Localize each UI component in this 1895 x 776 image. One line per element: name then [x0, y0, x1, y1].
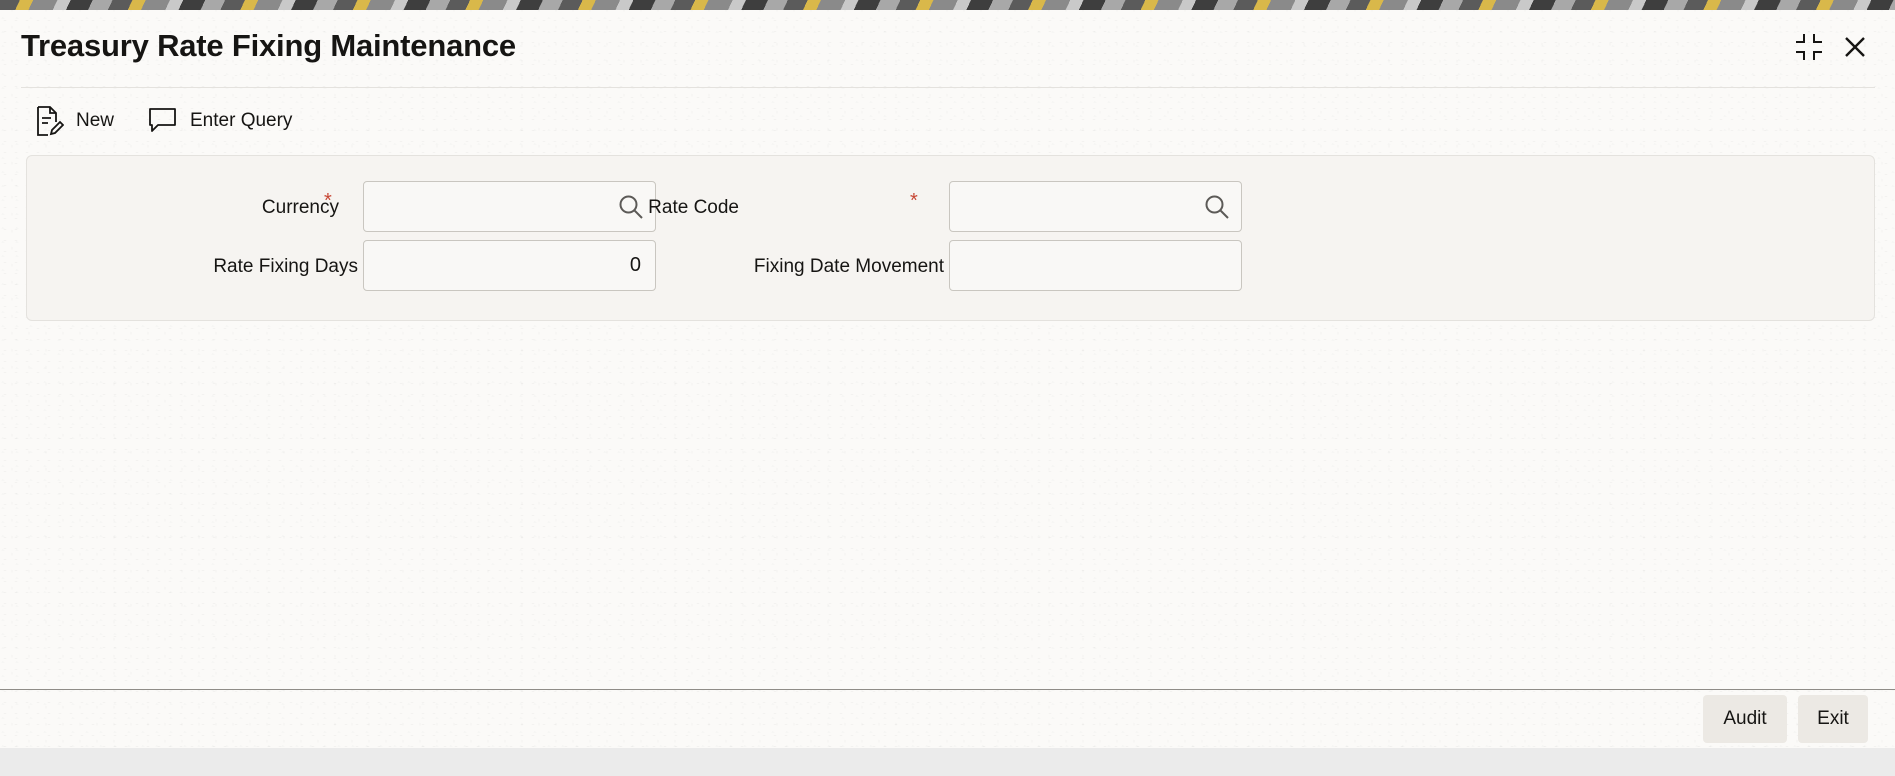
- rate-code-label: Rate Code: [648, 197, 739, 218]
- rate-fixing-days-field: [363, 240, 656, 291]
- header-pattern-stripe: [0, 0, 1895, 10]
- exit-button[interactable]: Exit: [1798, 695, 1868, 743]
- currency-field: [363, 181, 656, 232]
- bottom-status-bar: [0, 748, 1895, 776]
- close-icon: [1845, 37, 1865, 57]
- close-button[interactable]: [1838, 30, 1872, 64]
- search-icon: [619, 195, 643, 219]
- rate-code-search-button[interactable]: [1201, 192, 1233, 222]
- new-button[interactable]: New: [34, 104, 114, 138]
- footer-divider: [0, 689, 1895, 690]
- currency-search-button[interactable]: [615, 192, 647, 222]
- enter-query-label: Enter Query: [190, 110, 293, 131]
- collapse-button[interactable]: [1792, 30, 1826, 64]
- rate-code-field: [949, 181, 1242, 232]
- currency-required-marker: *: [324, 190, 332, 212]
- fixing-date-movement-field: [949, 240, 1242, 291]
- rate-fixing-days-input[interactable]: [364, 241, 655, 290]
- form-panel: Currency * Rate Code * Rate Fixing Days …: [26, 155, 1875, 321]
- currency-input[interactable]: [364, 182, 655, 231]
- new-document-icon: [37, 106, 64, 136]
- audit-button[interactable]: Audit: [1703, 695, 1787, 743]
- collapse-icon: [1796, 34, 1822, 60]
- enter-query-button[interactable]: Enter Query: [148, 104, 292, 138]
- rate-code-required-marker: *: [910, 190, 918, 212]
- fixing-date-movement-input[interactable]: [950, 241, 1241, 290]
- fixing-date-movement-label: Fixing Date Movement: [753, 256, 944, 277]
- page-title: Treasury Rate Fixing Maintenance: [21, 28, 516, 63]
- chat-bubble-icon: [149, 108, 176, 132]
- title-divider: [21, 87, 1875, 88]
- search-icon: [1205, 195, 1229, 219]
- rate-fixing-days-label: Rate Fixing Days: [213, 256, 358, 277]
- rate-code-input[interactable]: [950, 182, 1241, 231]
- new-button-label: New: [76, 110, 115, 131]
